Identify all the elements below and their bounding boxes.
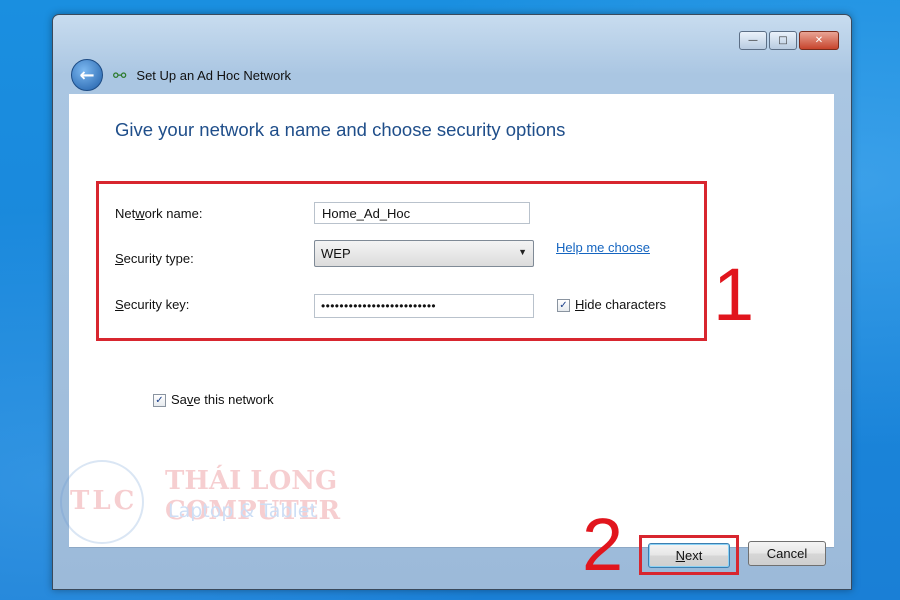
dialog-header: ← ⚯ Set Up an Ad Hoc Network xyxy=(71,59,291,91)
window-title: Set Up an Ad Hoc Network xyxy=(136,67,292,83)
back-arrow-icon[interactable]: ← xyxy=(71,59,103,91)
step-marker-2: 2 xyxy=(582,503,624,586)
watermark-logo: TLC xyxy=(70,486,138,516)
network-icon: ⚯ xyxy=(113,65,127,85)
watermark-tagline: Laptop & Tablet xyxy=(168,500,317,522)
cancel-button[interactable]: Cancel xyxy=(748,541,826,566)
page-heading: Give your network a name and choose secu… xyxy=(115,119,566,140)
close-button[interactable]: ✕ xyxy=(799,31,839,50)
caption-buttons: — □ ✕ xyxy=(739,31,839,50)
minimize-button[interactable]: — xyxy=(739,31,767,50)
step-marker-1: 1 xyxy=(713,253,755,336)
save-network-label: Save this network xyxy=(171,392,274,407)
save-network-checkbox[interactable]: ✓ xyxy=(153,394,166,407)
highlight-box-form xyxy=(96,181,707,341)
maximize-button[interactable]: □ xyxy=(769,31,797,50)
highlight-box-next xyxy=(639,535,739,575)
watermark: TLC THÁI LONG COMPUTER Laptop & Tablet xyxy=(50,460,500,544)
